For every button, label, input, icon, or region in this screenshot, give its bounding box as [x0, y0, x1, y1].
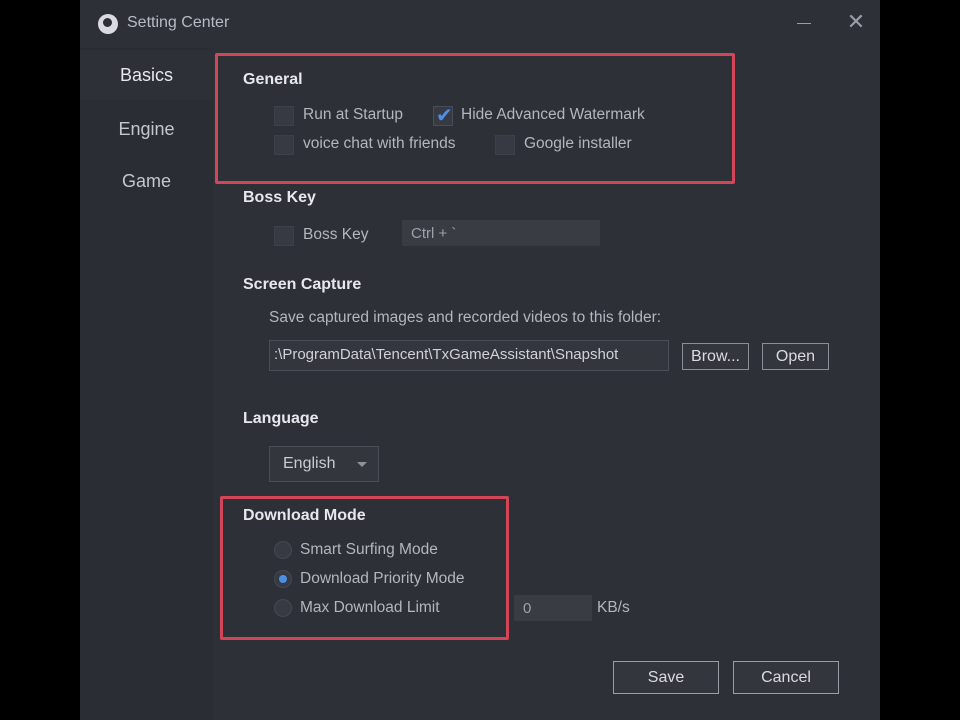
sidebar-item-game[interactable]: Game [80, 156, 213, 206]
general-section-title: General [243, 71, 303, 88]
sidebar-item-basics[interactable]: Basics [80, 50, 213, 100]
checkmark-icon: ✔ [436, 103, 453, 127]
download-priority-radio[interactable] [274, 570, 292, 588]
screen-capture-description: Save captured images and recorded videos… [269, 309, 662, 326]
app-logo-icon [98, 14, 118, 34]
run-at-startup-label[interactable]: Run at Startup [303, 106, 403, 124]
download-mode-section-title: Download Mode [243, 507, 366, 524]
voice-chat-checkbox[interactable] [274, 135, 294, 155]
title-bar[interactable]: Setting Center ✕ [80, 0, 880, 48]
cancel-button[interactable]: Cancel [733, 661, 839, 694]
screen-capture-section-title: Screen Capture [243, 276, 362, 293]
sidebar-item-engine[interactable]: Engine [80, 104, 213, 154]
open-folder-button[interactable]: Open [762, 343, 829, 370]
window-title: Setting Center [127, 14, 230, 31]
smart-surfing-label[interactable]: Smart Surfing Mode [300, 541, 438, 559]
run-at-startup-checkbox[interactable] [274, 106, 294, 126]
google-installer-checkbox[interactable] [495, 135, 515, 155]
hide-watermark-label[interactable]: Hide Advanced Watermark [461, 106, 645, 124]
browse-button[interactable]: Brow... [682, 343, 749, 370]
boss-key-checkbox[interactable] [274, 226, 294, 246]
minimize-icon[interactable] [797, 23, 811, 24]
download-limit-unit: KB/s [597, 599, 630, 616]
language-section-title: Language [243, 410, 319, 427]
boss-key-label[interactable]: Boss Key [303, 226, 368, 244]
save-button[interactable]: Save [613, 661, 719, 694]
language-select[interactable]: English [269, 446, 379, 482]
snapshot-folder-path-input[interactable]: :\ProgramData\Tencent\TxGameAssistant\Sn… [269, 340, 669, 371]
setting-center-window: Setting Center ✕ Basics Engine Game Gene… [80, 0, 880, 720]
download-priority-label[interactable]: Download Priority Mode [300, 570, 465, 588]
max-download-limit-label[interactable]: Max Download Limit [300, 599, 440, 617]
language-selected-value: English [283, 455, 336, 472]
smart-surfing-radio[interactable] [274, 541, 292, 559]
download-limit-input[interactable]: 0 [514, 595, 592, 621]
voice-chat-label[interactable]: voice chat with friends [303, 135, 456, 153]
close-icon[interactable]: ✕ [845, 12, 867, 34]
hide-watermark-checkbox[interactable]: ✔ [433, 103, 453, 127]
sidebar-nav: Basics Engine Game [80, 48, 213, 720]
boss-key-section-title: Boss Key [243, 189, 316, 206]
google-installer-label[interactable]: Google installer [524, 135, 632, 153]
max-download-limit-radio[interactable] [274, 599, 292, 617]
chevron-down-icon [357, 462, 367, 467]
boss-key-shortcut-input[interactable]: Ctrl + ` [402, 220, 600, 246]
